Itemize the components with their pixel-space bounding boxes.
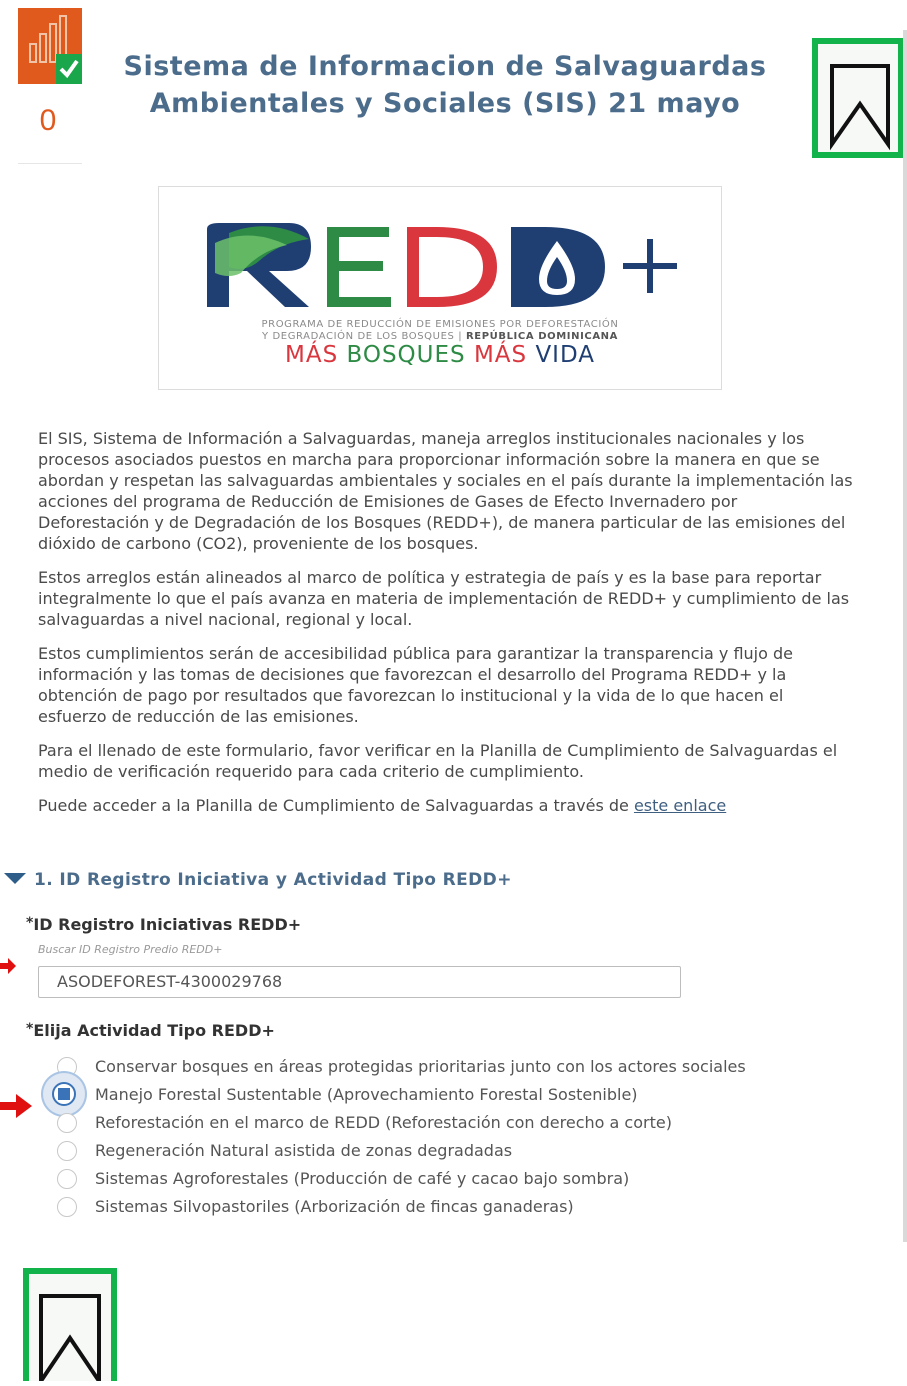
id-field-hint: Buscar ID Registro Predio REDD+ — [38, 943, 223, 956]
radio-label: Sistemas Agroforestales (Producción de c… — [95, 1169, 630, 1188]
radio-label: Sistemas Silvopastoriles (Arborización d… — [95, 1197, 574, 1216]
activity-radio-group: Conservar bosques en áreas protegidas pr… — [43, 1057, 795, 1225]
planilla-link[interactable]: este enlace — [634, 796, 726, 815]
radio-label: Manejo Forestal Sustentable (Aprovechami… — [95, 1085, 638, 1104]
intro-paragraph-link: Puede acceder a la Planilla de Cumplimie… — [38, 796, 727, 815]
id-label-text: ID Registro Iniciativas REDD+ — [33, 915, 302, 934]
radio-button[interactable] — [57, 1141, 77, 1161]
logo-subtitle-line1: PROGRAMA DE REDUCCIÓN DE EMISIONES POR D… — [261, 319, 619, 330]
divider — [18, 163, 82, 164]
status-count: 0 — [39, 104, 57, 137]
redd-wordmark-graphic — [207, 223, 677, 307]
red-arrow-icon — [0, 1094, 32, 1118]
id-field-label: *ID Registro Iniciativas REDD+ — [26, 915, 301, 934]
bookmark-icon — [39, 1294, 101, 1386]
section-header[interactable]: 1. ID Registro Iniciativa y Actividad Ti… — [4, 870, 704, 894]
radio-option[interactable]: Conservar bosques en áreas protegidas pr… — [55, 1057, 795, 1077]
intro-text: El SIS, Sistema de Información a Salvagu… — [38, 428, 853, 829]
radio-button[interactable] — [57, 1197, 77, 1217]
scrollbar[interactable] — [903, 30, 907, 1242]
radio-option[interactable]: Reforestación en el marco de REDD (Refor… — [55, 1113, 795, 1133]
radio-option[interactable]: Regeneración Natural asistida de zonas d… — [55, 1141, 795, 1161]
bookmark-button-bottom[interactable] — [23, 1268, 117, 1386]
radio-label: Conservar bosques en áreas protegidas pr… — [95, 1057, 746, 1076]
radio-option-selected[interactable]: Manejo Forestal Sustentable (Aprovechami… — [43, 1073, 795, 1115]
intro-paragraph: Estos arreglos están alineados al marco … — [38, 568, 850, 629]
intro-paragraph: El SIS, Sistema de Información a Salvagu… — [38, 429, 853, 553]
caret-down-icon[interactable] — [4, 873, 26, 884]
bookmark-button-top[interactable] — [812, 38, 904, 158]
radio-label: Regeneración Natural asistida de zonas d… — [95, 1141, 513, 1160]
logo-subtitle-line2: Y DEGRADACIÓN DE LOS BOSQUES | REPÚBLICA… — [261, 331, 618, 342]
radio-button-selected[interactable] — [43, 1073, 85, 1115]
radio-option[interactable]: Sistemas Silvopastoriles (Arborización d… — [55, 1197, 795, 1217]
bar-chart-check-icon[interactable] — [18, 8, 82, 84]
intro-paragraph: Estos cumplimientos serán de accesibilid… — [38, 644, 793, 726]
radio-option[interactable]: Sistemas Agroforestales (Producción de c… — [55, 1169, 795, 1189]
intro-paragraph: Para el llenado de este formulario, favo… — [38, 741, 838, 781]
activity-label-text: Elija Actividad Tipo REDD+ — [33, 1021, 275, 1040]
redd-logo: PROGRAMA DE REDUCCIÓN DE EMISIONES POR D… — [158, 186, 722, 390]
radio-button[interactable] — [57, 1113, 77, 1133]
page-title: Sistema de Informacion de Salvaguardas A… — [123, 51, 767, 119]
radio-button[interactable] — [57, 1169, 77, 1189]
id-registro-input[interactable]: ASODEFOREST-4300029768 — [38, 966, 681, 998]
logo-slogan: MÁS BOSQUES MÁS VIDA — [284, 342, 596, 368]
red-arrow-icon — [0, 958, 16, 974]
activity-field-label: *Elija Actividad Tipo REDD+ — [26, 1021, 275, 1040]
section-title: 1. ID Registro Iniciativa y Actividad Ti… — [34, 870, 512, 890]
radio-label: Reforestación en el marco de REDD (Refor… — [95, 1113, 672, 1132]
bookmark-icon — [830, 64, 890, 151]
